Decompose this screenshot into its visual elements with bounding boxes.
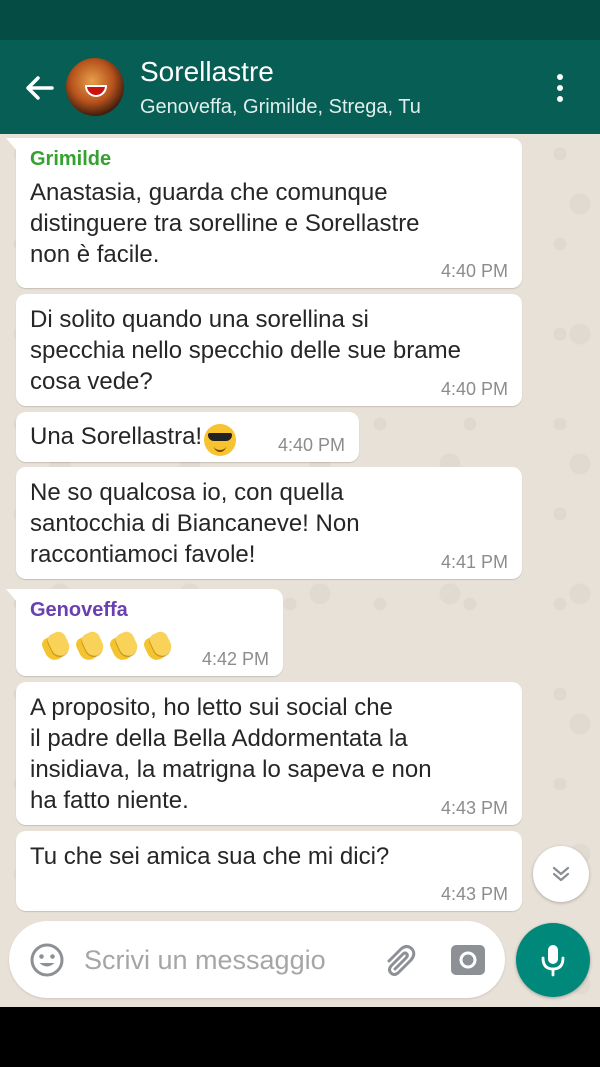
status-bar <box>0 0 600 40</box>
message-bubble[interactable]: Di solito quando una sorellina si specch… <box>16 294 522 406</box>
avatar-image <box>85 85 107 97</box>
message-time: 4:41 PM <box>440 552 508 572</box>
message-bubble[interactable]: Tu che sei amica sua che mi dici? 4:43 P… <box>16 831 522 911</box>
overflow-menu-button[interactable] <box>540 68 580 108</box>
chat-header: Sorellastre Genoveffa, Grimilde, Strega,… <box>0 40 600 134</box>
message-time: 4:40 PM <box>440 379 508 399</box>
emoji-button[interactable] <box>29 942 65 978</box>
message-sender: Genoveffa <box>30 599 128 621</box>
message-list[interactable]: Grimilde Anastasia, guarda che comunque … <box>0 134 600 1007</box>
message-composer: Scrivi un messaggio <box>9 921 505 998</box>
message-time: 4:43 PM <box>440 798 508 818</box>
clapping-hands-icon <box>72 628 104 662</box>
bubble-tail <box>6 589 18 603</box>
message-bubble[interactable]: Una Sorellastra! 4:40 PM <box>16 412 359 462</box>
scroll-to-bottom-button[interactable] <box>533 846 589 902</box>
message-time: 4:40 PM <box>277 435 345 455</box>
back-button[interactable] <box>18 66 62 110</box>
smiling-face-with-sunglasses-icon <box>204 423 237 456</box>
more-vert-icon <box>557 74 563 80</box>
bubble-tail <box>6 138 18 152</box>
camera-button[interactable] <box>449 941 487 979</box>
message-input[interactable]: Scrivi un messaggio <box>84 945 326 976</box>
chat-title[interactable]: Sorellastre <box>140 56 274 88</box>
message-time: 4:40 PM <box>440 261 508 281</box>
message-text: Tu che sei amica sua che mi dici? <box>30 843 390 870</box>
message-time: 4:42 PM <box>201 649 269 669</box>
more-vert-icon-dot <box>557 96 563 102</box>
message-bubble[interactable]: Ne so qualcosa io, con quella santocchia… <box>16 467 522 579</box>
paperclip-icon <box>387 945 416 976</box>
message-text: A proposito, ho letto sui social che il … <box>30 694 432 814</box>
message-text: Una Sorellastra! <box>30 423 203 450</box>
group-avatar[interactable] <box>66 58 124 116</box>
smiley-icon <box>30 943 64 977</box>
message-bubble[interactable]: Genoveffa 4:42 PM <box>6 589 283 676</box>
clapping-hands-icon <box>106 628 138 662</box>
attach-button[interactable] <box>381 941 419 979</box>
chat-participants[interactable]: Genoveffa, Grimilde, Strega, Tu <box>140 96 421 119</box>
microphone-icon <box>541 945 565 977</box>
message-sender: Grimilde <box>30 148 112 170</box>
message-bubble[interactable]: Grimilde Anastasia, guarda che comunque … <box>6 138 522 288</box>
message-time: 4:43 PM <box>440 884 508 904</box>
arrow-left-icon <box>26 76 54 100</box>
clapping-hands-icon <box>38 628 70 662</box>
message-bubble[interactable]: A proposito, ho letto sui social che il … <box>16 682 522 825</box>
system-navigation-bar <box>0 1007 600 1067</box>
message-text: Anastasia, guarda che comunque distingue… <box>30 179 420 268</box>
camera-icon <box>451 945 485 975</box>
message-text: Di solito quando una sorellina si specch… <box>30 306 461 395</box>
clapping-hands-icon <box>140 628 172 662</box>
voice-message-button[interactable] <box>516 923 590 997</box>
double-chevron-down-icon <box>552 866 570 882</box>
message-text: Ne so qualcosa io, con quella santocchia… <box>30 479 360 568</box>
more-vert-icon-dot <box>557 85 563 91</box>
